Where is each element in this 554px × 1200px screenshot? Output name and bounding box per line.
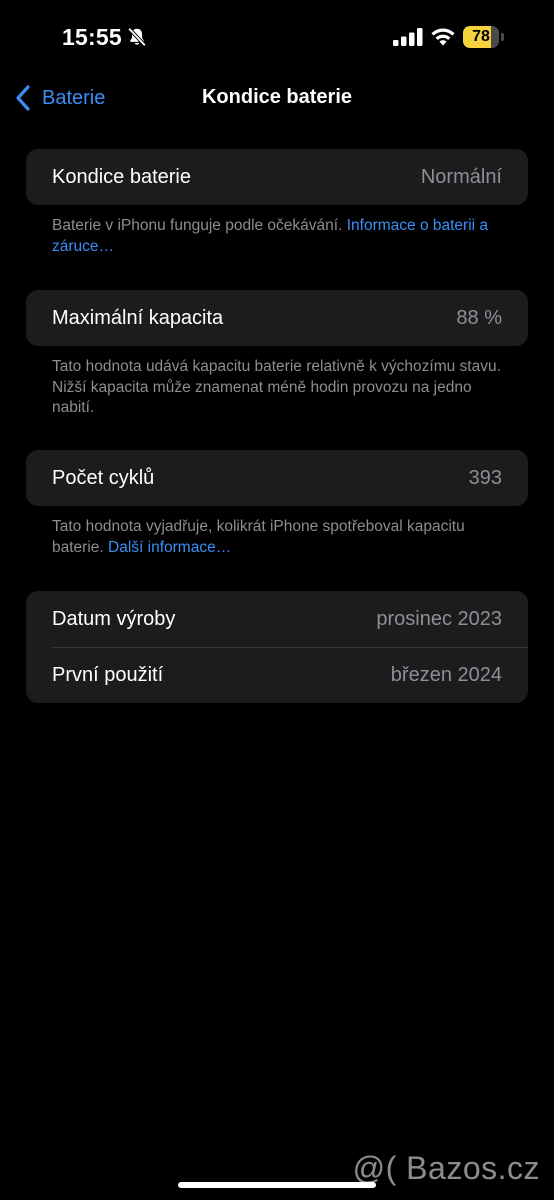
row-label: Počet cyklů — [52, 466, 155, 489]
max-capacity-footer: Tato hodnota udává kapacitu baterie rela… — [52, 357, 502, 419]
footer-text: Tato hodnota udává kapacitu baterie rela… — [52, 358, 501, 416]
more-info-link[interactable]: Další informace… — [108, 539, 231, 556]
battery-percent: 78 — [472, 28, 490, 45]
row-label: Kondice baterie — [52, 165, 191, 188]
wifi-icon — [431, 28, 455, 46]
row-value: březen 2024 — [390, 663, 502, 686]
cycle-count-group: Počet cyklů 393 — [26, 450, 528, 506]
row-label: První použití — [52, 663, 164, 686]
home-indicator[interactable] — [178, 1182, 376, 1188]
row-value: 88 % — [456, 306, 502, 329]
row-value: Normální — [420, 165, 502, 188]
manufacture-date-row: Datum výroby prosinec 2023 — [26, 591, 528, 647]
max-capacity-row: Maximální kapacita 88 % — [26, 290, 528, 346]
first-use-row: První použití březen 2024 — [26, 647, 528, 703]
page-title: Kondice baterie — [201, 86, 353, 108]
battery-health-group: Kondice baterie Normální — [26, 149, 528, 205]
row-value: 393 — [468, 466, 502, 489]
dates-group: Datum výroby prosinec 2023 První použití… — [26, 591, 528, 703]
cycle-count-footer: Tato hodnota vyjadřuje, kolikrát iPhone … — [52, 517, 512, 558]
row-label: Maximální kapacita — [52, 306, 224, 329]
watermark: @( Bazos.cz — [352, 1150, 540, 1186]
row-label: Datum výroby — [52, 607, 176, 630]
max-capacity-group: Maximální kapacita 88 % — [26, 290, 528, 346]
navigation-bar: Baterie Kondice baterie — [0, 76, 554, 120]
status-bar: 15:55 78 — [0, 0, 554, 76]
cellular-signal-icon — [393, 28, 423, 46]
battery-health-row: Kondice baterie Normální — [26, 149, 528, 205]
cycle-count-row: Počet cyklů 393 — [26, 450, 528, 506]
battery-health-footer: Baterie v iPhonu funguje podle očekávání… — [52, 216, 512, 257]
battery-icon: 78 — [463, 26, 505, 48]
row-value: prosinec 2023 — [376, 607, 502, 630]
status-time: 15:55 — [62, 24, 122, 50]
footer-text: Baterie v iPhonu funguje podle očekávání… — [52, 217, 347, 234]
bell-slash-icon — [127, 27, 147, 47]
